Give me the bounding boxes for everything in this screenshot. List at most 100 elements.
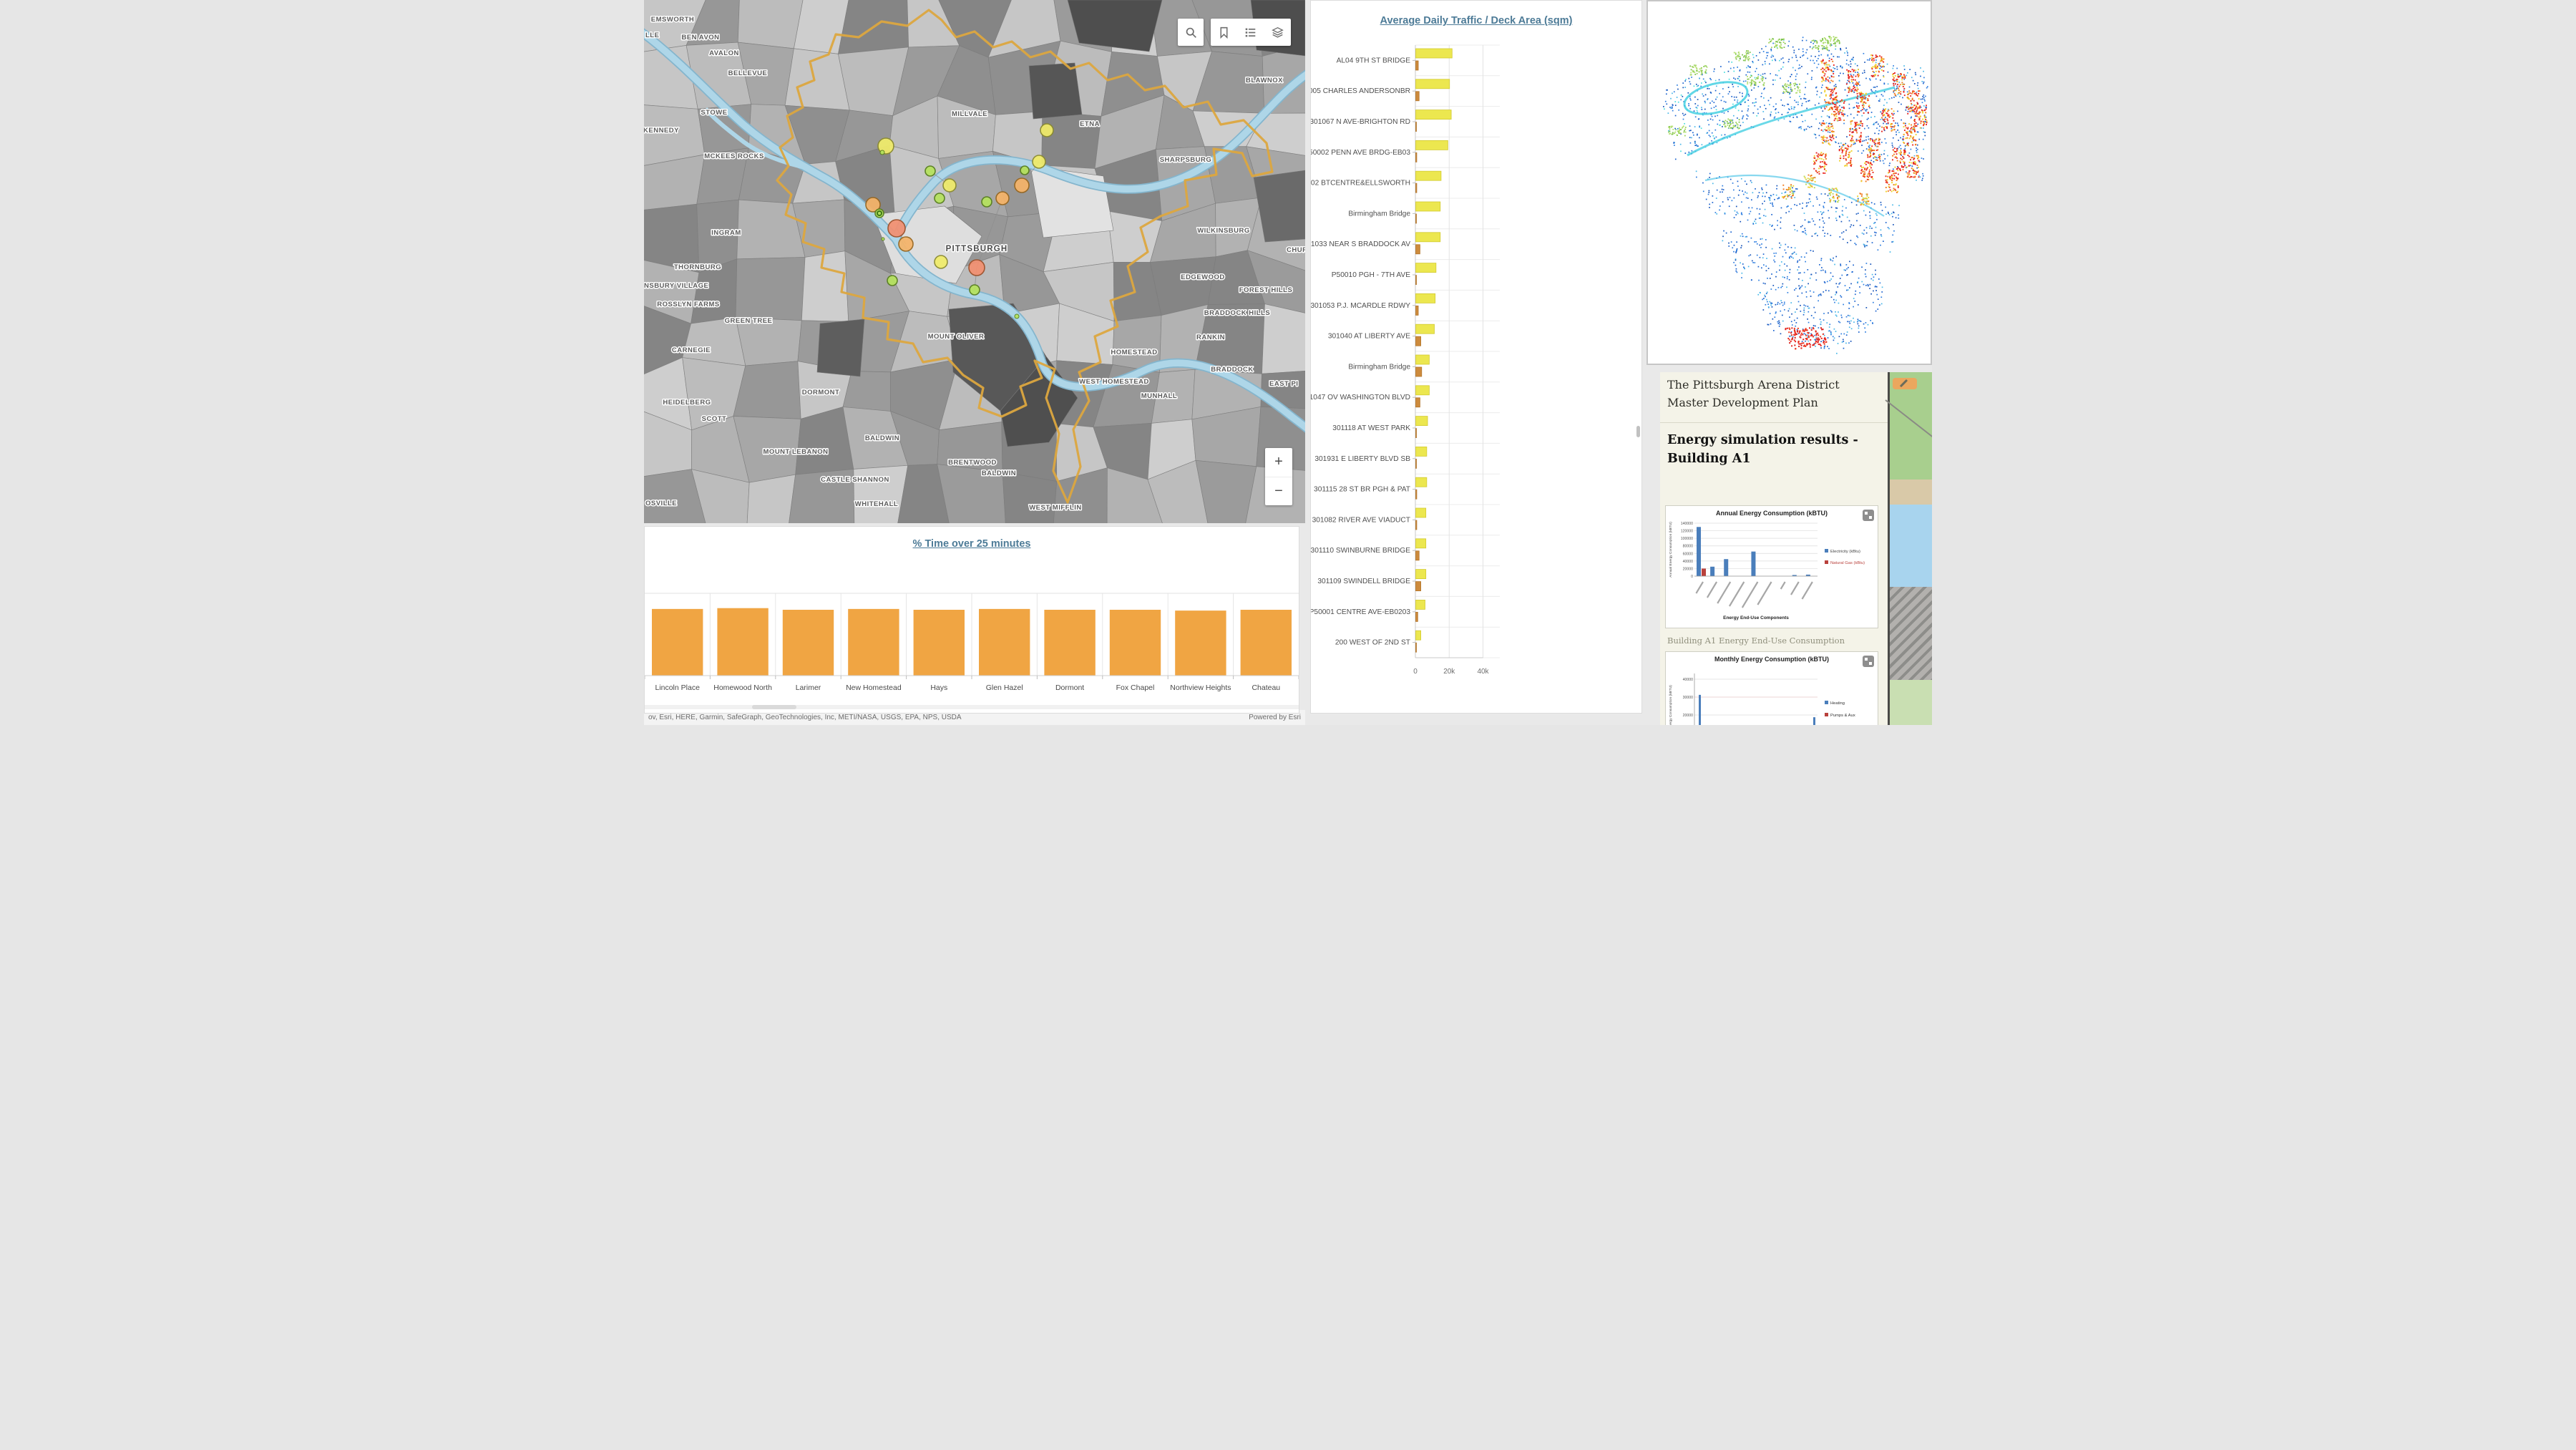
- traffic-marker[interactable]: [925, 166, 935, 176]
- commute-category-label: Glen Hazel: [986, 683, 1023, 692]
- vertical-scrollbar-thumb[interactable]: [1636, 426, 1640, 437]
- commute-bar[interactable]: [848, 609, 899, 676]
- map-thumb-road: [1885, 399, 1932, 440]
- adt-bar-yellow[interactable]: [1416, 140, 1448, 150]
- document-panel[interactable]: The Pittsburgh Arena District Master Dev…: [1660, 372, 1932, 725]
- map-place-label: MUNHALL: [1141, 392, 1177, 400]
- zoom-in-button[interactable]: +: [1265, 448, 1292, 477]
- adt-bar-yellow[interactable]: [1416, 233, 1440, 242]
- traffic-marker[interactable]: [1015, 314, 1019, 318]
- adt-bar-orange[interactable]: [1416, 214, 1417, 223]
- adt-category-label: P50002 PENN AVE BRDG-EB03: [1311, 149, 1410, 157]
- adt-bar-yellow[interactable]: [1416, 570, 1426, 579]
- traffic-marker[interactable]: [1020, 166, 1029, 175]
- adt-bar-yellow[interactable]: [1416, 539, 1426, 548]
- traffic-marker[interactable]: [969, 260, 985, 276]
- adt-bar-orange[interactable]: [1416, 398, 1420, 407]
- map-place-label: MILLVALE: [952, 110, 987, 118]
- commute-bar[interactable]: [783, 610, 834, 676]
- adt-bar-yellow[interactable]: [1416, 631, 1421, 640]
- traffic-marker[interactable]: [888, 220, 905, 237]
- adt-bar-yellow[interactable]: [1416, 508, 1426, 517]
- adt-bar-yellow[interactable]: [1416, 263, 1436, 273]
- traffic-marker[interactable]: [887, 276, 897, 286]
- adt-bar-orange[interactable]: [1416, 306, 1419, 315]
- adt-bar-yellow[interactable]: [1416, 202, 1440, 211]
- traffic-marker[interactable]: [875, 209, 884, 218]
- adt-bar-orange[interactable]: [1416, 459, 1417, 468]
- adt-category-label: P50010 PGH - 7TH AVE: [1332, 271, 1410, 279]
- adt-bar-yellow[interactable]: [1416, 386, 1430, 395]
- map-place-label: INGRAM: [711, 229, 741, 237]
- traffic-marker[interactable]: [1015, 178, 1029, 193]
- map-place-label: ETNA: [1080, 120, 1100, 128]
- commute-bar[interactable]: [1241, 610, 1292, 676]
- map-place-label: AVALON: [709, 49, 739, 57]
- adt-bar-orange[interactable]: [1416, 276, 1417, 285]
- traffic-marker[interactable]: [899, 237, 913, 251]
- adt-bar-yellow[interactable]: [1416, 417, 1428, 426]
- map-place-label: BELLEVUE: [728, 69, 768, 77]
- traffic-marker[interactable]: [880, 150, 884, 155]
- adt-bar-orange[interactable]: [1416, 183, 1417, 193]
- traffic-marker[interactable]: [935, 256, 947, 268]
- commute-bar[interactable]: [914, 610, 965, 676]
- adt-bar-yellow[interactable]: [1416, 171, 1441, 180]
- adt-bar-orange[interactable]: [1416, 490, 1417, 499]
- map-place-label: MOUNT LEBANON: [763, 448, 829, 456]
- traffic-marker[interactable]: [943, 179, 956, 192]
- adt-bar-orange[interactable]: [1416, 367, 1422, 376]
- adt-bar-yellow[interactable]: [1416, 600, 1425, 609]
- commute-bar[interactable]: [979, 609, 1030, 676]
- commute-bar[interactable]: [1110, 610, 1161, 676]
- adt-bar-yellow[interactable]: [1416, 477, 1427, 487]
- edit-button[interactable]: [1893, 378, 1917, 389]
- map-canvas[interactable]: EMSWORTHLLEBEN AVONAVALONBELLEVUESTOWEKE…: [644, 0, 1305, 523]
- adt-bar-yellow[interactable]: [1416, 110, 1452, 120]
- adt-bar-yellow[interactable]: [1416, 447, 1427, 456]
- commute-bar[interactable]: [1044, 610, 1095, 676]
- zoom-out-button[interactable]: −: [1265, 477, 1292, 506]
- commute-bar[interactable]: [1175, 610, 1226, 676]
- adt-bar-orange[interactable]: [1416, 612, 1418, 621]
- adt-bar-orange[interactable]: [1416, 582, 1421, 591]
- traffic-marker[interactable]: [1033, 155, 1045, 168]
- monthly-y-label: Monthly Energy Consumption (kBTU): [1669, 685, 1673, 725]
- adt-bar-yellow[interactable]: [1416, 49, 1453, 58]
- adt-bar-orange[interactable]: [1416, 429, 1417, 438]
- map-place-label: NSBURY VILLAGE: [644, 282, 708, 290]
- adt-bar-yellow[interactable]: [1416, 355, 1430, 364]
- map-thumb-green: [1890, 680, 1932, 725]
- layers-button[interactable]: [1272, 26, 1284, 39]
- adt-bar-orange[interactable]: [1416, 122, 1417, 132]
- annual-y-tick: 140000: [1681, 522, 1693, 526]
- adt-bar-yellow[interactable]: [1416, 293, 1435, 303]
- legend-list-button[interactable]: [1244, 26, 1257, 39]
- annual-bar-electricity: [1710, 567, 1714, 576]
- commute-bar[interactable]: [652, 609, 703, 676]
- bookmark-button[interactable]: [1218, 26, 1230, 39]
- adt-bar-orange[interactable]: [1416, 92, 1420, 101]
- traffic-marker[interactable]: [982, 197, 992, 207]
- adt-bar-orange[interactable]: [1416, 336, 1421, 346]
- adt-bar-orange[interactable]: [1416, 152, 1417, 162]
- adt-bar-orange[interactable]: [1416, 551, 1420, 560]
- commute-bar[interactable]: [717, 608, 768, 676]
- traffic-marker[interactable]: [882, 238, 884, 240]
- adt-bar-yellow[interactable]: [1416, 79, 1450, 89]
- map-toolbar: [1211, 19, 1291, 46]
- adt-bar-orange[interactable]: [1416, 520, 1417, 530]
- horizontal-scrollbar-thumb[interactable]: [752, 705, 796, 709]
- adt-bar-orange[interactable]: [1416, 643, 1417, 652]
- traffic-marker[interactable]: [1040, 124, 1053, 137]
- adt-bar-orange[interactable]: [1416, 61, 1419, 70]
- traffic-marker[interactable]: [935, 193, 945, 203]
- map-panel[interactable]: EMSWORTHLLEBEN AVONAVALONBELLEVUESTOWEKE…: [644, 0, 1305, 523]
- adt-bar-orange[interactable]: [1416, 245, 1420, 254]
- map-search-button[interactable]: [1178, 19, 1204, 46]
- traffic-marker[interactable]: [996, 192, 1009, 205]
- traffic-marker[interactable]: [970, 285, 980, 295]
- search-icon: [1185, 26, 1197, 39]
- adt-category-label: 301115 28 ST BR PGH & PAT: [1314, 486, 1410, 494]
- adt-bar-yellow[interactable]: [1416, 324, 1435, 334]
